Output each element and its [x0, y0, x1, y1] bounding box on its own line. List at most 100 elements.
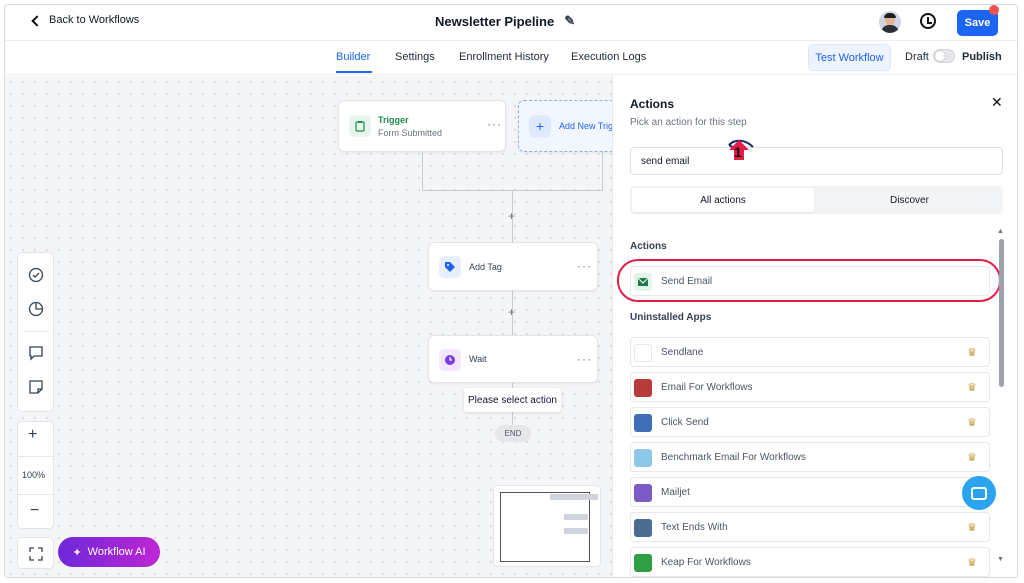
draft-label: Draft — [905, 51, 929, 63]
active-tab-indicator — [336, 71, 372, 73]
zoom-controls: + 100% − — [17, 421, 55, 529]
sticky-note-icon[interactable] — [28, 379, 44, 395]
app-label: Benchmark Email For Workflows — [661, 452, 806, 463]
app-label: Email For Workflows — [661, 382, 753, 393]
app-item[interactable]: Text Ends With ♛ — [630, 512, 990, 542]
search-input[interactable] — [630, 147, 1003, 175]
more-options-icon[interactable]: ··· — [487, 117, 502, 131]
clock-icon — [439, 349, 461, 371]
action-filter-segment: All actions Discover — [630, 186, 1003, 214]
tab-execution-logs[interactable]: Execution Logs — [571, 51, 646, 63]
tab-builder[interactable]: Builder — [336, 51, 370, 63]
more-options-icon[interactable]: ··· — [577, 259, 592, 273]
trigger-node[interactable]: Trigger Form Submitted ··· — [338, 100, 506, 152]
crown-icon: ♛ — [967, 382, 977, 394]
more-options-icon[interactable]: ··· — [577, 352, 592, 366]
app-label: Click Send — [661, 417, 709, 428]
check-circle-icon[interactable] — [28, 267, 44, 283]
tab-enrollment-history[interactable]: Enrollment History — [459, 51, 549, 63]
fit-view-button[interactable] — [17, 537, 54, 569]
back-label: Back to Workflows — [49, 14, 140, 26]
workflow-canvas[interactable]: + + Trigger Form Submitted ··· + Add New… — [5, 76, 628, 577]
zoom-out-button[interactable]: − — [30, 502, 39, 520]
tag-icon — [439, 256, 461, 278]
node-label: Wait — [469, 354, 487, 364]
end-marker: END — [495, 425, 531, 442]
back-to-workflows-link[interactable]: Back to Workflows — [31, 14, 140, 27]
app-logo-icon — [634, 414, 652, 432]
panel-subtitle: Pick an action for this step — [630, 117, 747, 128]
add-step-plus-icon[interactable]: + — [508, 209, 515, 223]
scroll-down-icon[interactable]: ▼ — [997, 556, 1004, 563]
history-icon[interactable] — [920, 13, 936, 29]
scrollbar-thumb[interactable] — [999, 239, 1004, 387]
app-label: Text Ends With — [661, 522, 728, 533]
test-workflow-button[interactable]: Test Workflow — [808, 44, 891, 71]
annotation-badge: 1 — [728, 139, 750, 161]
publish-toggle[interactable] — [933, 49, 955, 63]
app-item[interactable]: Email For Workflows ♛ — [630, 372, 990, 402]
tab-discover[interactable]: Discover — [816, 186, 1003, 214]
highlight-ring — [617, 259, 1001, 302]
chevron-left-icon — [31, 14, 43, 27]
app-item[interactable]: Keap For Workflows ♛ — [630, 547, 990, 577]
chat-support-button[interactable] — [962, 476, 996, 510]
clipboard-icon — [349, 115, 371, 137]
actions-section-label: Actions — [630, 241, 667, 252]
app-label: Sendlane — [661, 347, 704, 358]
add-tag-node[interactable]: Add Tag ··· — [428, 242, 598, 291]
plus-icon: + — [529, 115, 551, 137]
top-header: Back to Workflows Newsletter Pipeline ✎ … — [5, 5, 1017, 41]
actions-panel: Actions Pick an action for this step ✕ A… — [612, 76, 1017, 577]
sparkle-icon: ✦ — [72, 546, 82, 559]
crown-icon: ♛ — [967, 417, 977, 429]
workflow-ai-label: Workflow AI — [87, 546, 146, 558]
node-label: Add Tag — [469, 262, 502, 272]
chat-icon — [971, 486, 987, 500]
app-logo-icon — [634, 449, 652, 467]
divider — [18, 456, 55, 457]
pie-chart-icon[interactable] — [28, 301, 44, 317]
crown-icon: ♛ — [967, 452, 977, 464]
close-icon[interactable]: ✕ — [991, 94, 1003, 111]
app-label: Mailjet — [661, 487, 690, 498]
scroll-up-icon[interactable]: ▲ — [997, 228, 1004, 235]
wait-node[interactable]: Wait ··· — [428, 335, 598, 383]
add-step-plus-icon[interactable]: + — [508, 305, 515, 319]
app-logo-icon — [634, 379, 652, 397]
zoom-level: 100% — [22, 470, 46, 480]
trigger-subtitle: Form Submitted — [378, 128, 443, 138]
connector-line — [422, 152, 423, 190]
panel-title: Actions — [630, 97, 675, 111]
workflow-tabs: Builder Settings Enrollment History Exec… — [5, 41, 1017, 75]
tab-all-actions[interactable]: All actions — [632, 188, 814, 212]
edit-pencil-icon[interactable]: ✎ — [564, 13, 575, 29]
app-logo-icon — [634, 554, 652, 572]
divider — [18, 494, 55, 495]
app-item[interactable]: Mailjet — [630, 477, 990, 507]
app-logo-icon — [634, 484, 652, 502]
app-window: Back to Workflows Newsletter Pipeline ✎ … — [4, 4, 1018, 578]
page-title-group: Newsletter Pipeline ✎ — [435, 13, 575, 29]
comment-icon[interactable] — [28, 345, 44, 361]
annotation-number: 1 — [734, 144, 742, 160]
app-item[interactable]: Sendlane ♛ — [630, 337, 990, 367]
zoom-in-button[interactable]: + — [28, 426, 37, 444]
avatar[interactable] — [879, 11, 901, 33]
crown-icon: ♛ — [967, 347, 977, 359]
select-action-tooltip: Please select action — [464, 388, 561, 412]
divider — [24, 331, 49, 332]
crown-icon: ♛ — [967, 557, 977, 569]
workflow-ai-button[interactable]: ✦ Workflow AI — [58, 537, 160, 567]
trigger-title: Trigger — [378, 115, 409, 125]
connector-line — [602, 152, 603, 190]
app-item[interactable]: Click Send ♛ — [630, 407, 990, 437]
minimap[interactable] — [493, 485, 601, 567]
app-item[interactable]: Benchmark Email For Workflows ♛ — [630, 442, 990, 472]
tab-settings[interactable]: Settings — [395, 51, 435, 63]
page-title: Newsletter Pipeline — [435, 13, 555, 29]
uninstalled-section-label: Uninstalled Apps — [630, 312, 712, 323]
publish-label: Publish — [962, 51, 1002, 63]
minimap-viewport — [500, 492, 590, 562]
app-label: Keap For Workflows — [661, 557, 751, 568]
